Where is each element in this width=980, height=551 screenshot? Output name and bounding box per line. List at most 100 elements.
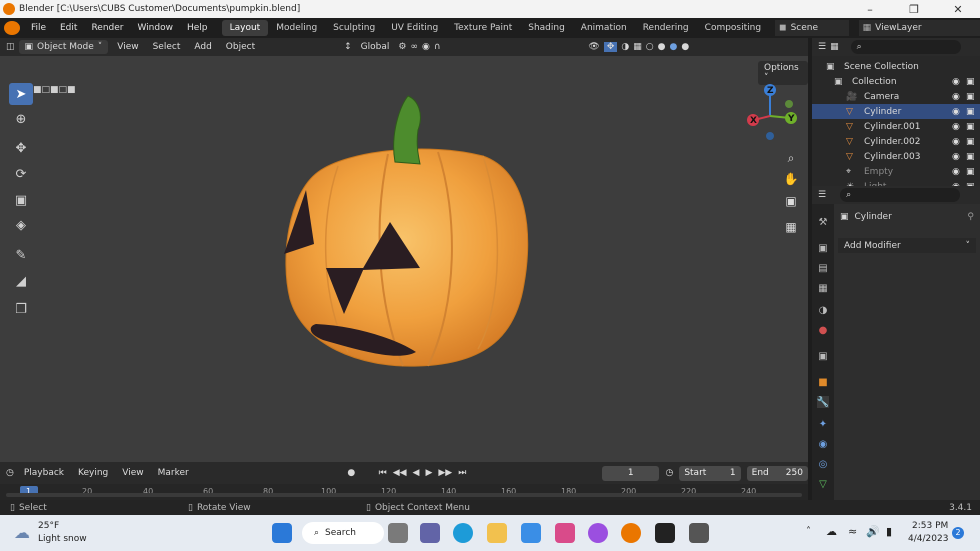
render-camera-icon[interactable]: ▣ xyxy=(966,77,980,87)
tab-compositing[interactable]: Compositing xyxy=(697,20,769,36)
data-tab-icon[interactable]: ▽ xyxy=(817,478,829,490)
timeline-menu-marker[interactable]: Marker xyxy=(154,467,193,479)
solid-shading-icon[interactable]: ● xyxy=(658,42,666,52)
scene-tab-icon[interactable]: ◑ xyxy=(817,304,829,316)
select-box-tool-icon[interactable]: ➤ xyxy=(9,83,33,105)
tab-modeling[interactable]: Modeling xyxy=(268,20,325,36)
zoom-icon[interactable]: ⌕ xyxy=(780,147,802,169)
blender-menu-icon[interactable] xyxy=(4,21,20,35)
overlay-icon[interactable]: ◑ xyxy=(621,42,629,52)
tab-rendering[interactable]: Rendering xyxy=(635,20,697,36)
jump-end-icon[interactable]: ⏭ xyxy=(458,468,466,478)
play-reverse-icon[interactable]: ◀ xyxy=(413,468,420,478)
camera-view-icon[interactable]: ▣ xyxy=(780,190,802,212)
notification-badge[interactable]: 2 xyxy=(952,527,964,539)
weather-desc[interactable]: Light snow xyxy=(38,534,87,544)
file-explorer-icon[interactable] xyxy=(487,523,507,543)
prev-keyframe-icon[interactable]: ◀◀ xyxy=(393,468,407,478)
end-frame-field[interactable]: End 250 xyxy=(746,465,808,481)
render-camera-icon[interactable]: ▣ xyxy=(966,152,980,162)
transform-orientation-dropdown[interactable]: Global xyxy=(356,40,395,54)
constraints-tab-icon[interactable]: ◎ xyxy=(817,458,829,470)
world-tab-icon[interactable]: ● xyxy=(817,324,829,336)
start-frame-field[interactable]: Start 1 xyxy=(679,465,741,481)
measure-tool-icon[interactable]: ◢ xyxy=(9,270,33,292)
pan-hand-icon[interactable]: ✋ xyxy=(780,168,802,190)
teams-icon[interactable] xyxy=(420,523,440,543)
menu-edit[interactable]: Edit xyxy=(53,23,84,33)
eye-visibility-icon[interactable]: ◉ xyxy=(952,122,966,132)
render-camera-icon[interactable]: ▣ xyxy=(966,107,980,117)
tab-sculpting[interactable]: Sculpting xyxy=(325,20,383,36)
object-tab-icon[interactable]: ■ xyxy=(817,376,829,388)
move-tool-icon[interactable]: ✥ xyxy=(9,137,33,159)
current-frame-field[interactable]: 1 xyxy=(601,465,660,481)
timeline-ruler[interactable]: 1 20 40 60 80 100 120 140 160 180 200 22… xyxy=(0,484,808,500)
maximize-button[interactable]: ❐ xyxy=(892,3,936,16)
snipping-tool-icon[interactable] xyxy=(689,523,709,543)
edge-icon[interactable] xyxy=(453,523,473,543)
render-tab-icon[interactable]: ▣ xyxy=(817,242,829,254)
weather-temp[interactable]: 25°F xyxy=(38,521,59,531)
viewport-menu-select[interactable]: Select xyxy=(148,40,186,54)
outliner-item[interactable]: ▽ Cylinder.002 ◉ ▣ xyxy=(812,134,980,149)
tab-uv-editing[interactable]: UV Editing xyxy=(383,20,446,36)
tool-tab-icon[interactable]: ⚒ xyxy=(817,216,829,228)
creative-cloud-icon[interactable] xyxy=(555,523,575,543)
perspective-grid-icon[interactable]: ▦ xyxy=(780,216,802,238)
viewport-menu-add[interactable]: Add xyxy=(189,40,216,54)
eye-visibility-icon[interactable]: ◉ xyxy=(952,137,966,147)
volume-icon[interactable]: 🔊 xyxy=(866,525,880,538)
clock-date[interactable]: 4/4/2023 xyxy=(908,534,948,544)
modifier-tab-icon[interactable]: 🔧 xyxy=(817,396,829,408)
stopwatch-icon[interactable]: ◷ xyxy=(665,468,673,478)
eye-visibility-icon[interactable]: ◉ xyxy=(952,167,966,177)
tab-layout[interactable]: Layout xyxy=(221,20,269,36)
menu-file[interactable]: File xyxy=(24,23,53,33)
particles-tab-icon[interactable]: ✦ xyxy=(817,418,829,430)
tab-shading[interactable]: Shading xyxy=(520,20,573,36)
menu-window[interactable]: Window xyxy=(130,23,180,33)
outliner-search-input[interactable]: ⌕ xyxy=(850,40,961,54)
jump-start-icon[interactable]: ⏮ xyxy=(379,468,387,478)
rendered-shading-icon[interactable]: ● xyxy=(681,42,689,52)
next-keyframe-icon[interactable]: ▶▶ xyxy=(438,468,452,478)
xray-icon[interactable]: ▦ xyxy=(633,42,642,52)
store-icon[interactable] xyxy=(521,523,541,543)
pivot-icon[interactable]: ⚙ xyxy=(398,42,406,52)
wifi-icon[interactable]: ≈ xyxy=(848,525,857,538)
eye-visibility-icon[interactable]: ◉ xyxy=(952,152,966,162)
material-shading-icon[interactable]: ● xyxy=(669,42,677,52)
properties-object-name[interactable]: Cylinder xyxy=(855,212,892,222)
eye-visibility-icon[interactable]: ◉ xyxy=(952,92,966,102)
cursor-tool-icon[interactable]: ⊕ xyxy=(9,108,33,130)
snap-icon[interactable]: ∞ xyxy=(410,42,418,52)
selection-mode-icons[interactable]: ■□■□■ xyxy=(33,84,103,96)
task-view-icon[interactable] xyxy=(388,523,408,543)
viewport-menu-view[interactable]: View xyxy=(112,40,143,54)
outliner-item[interactable]: 🎥 Camera ◉ ▣ xyxy=(812,89,980,104)
taskbar-search-box[interactable]: ⌕ Search xyxy=(302,522,384,544)
view-layer-selector[interactable]: ▦ ViewLayer xyxy=(858,20,980,36)
editor-type-icon[interactable]: ◫ xyxy=(6,42,15,52)
annotate-tool-icon[interactable]: ✎ xyxy=(9,244,33,266)
render-camera-icon[interactable]: ▣ xyxy=(966,92,980,102)
scene-selector[interactable]: ◼ Scene xyxy=(775,20,849,36)
tab-animation[interactable]: Animation xyxy=(573,20,635,36)
outliner-item[interactable]: ▽ Cylinder ◉ ▣ xyxy=(812,104,980,119)
physics-tab-icon[interactable]: ◉ xyxy=(817,438,829,450)
outliner-item[interactable]: ▽ Cylinder.001 ◉ ▣ xyxy=(812,119,980,134)
clock-time[interactable]: 2:53 PM xyxy=(912,521,948,531)
navigation-gizmo[interactable]: Z Y X xyxy=(740,80,804,144)
rotate-tool-icon[interactable]: ⟳ xyxy=(9,163,33,185)
gizmo-neg-y[interactable] xyxy=(785,100,793,108)
record-icon[interactable]: ● xyxy=(347,468,355,478)
battery-icon[interactable]: ▮ xyxy=(886,525,892,538)
collection-tab-icon[interactable]: ▣ xyxy=(817,350,829,362)
eye-visibility-icon[interactable]: ◉ xyxy=(952,77,966,87)
proportional-edit-icon[interactable]: ◉ xyxy=(422,42,430,52)
add-modifier-dropdown[interactable]: Add Modifier ˅ xyxy=(838,238,976,253)
3d-viewport[interactable]: ■□■□■ ➤ ⊕ ✥ ⟳ ▣ ◈ ✎ ◢ ❐ Options ˅ Z Y X … xyxy=(0,56,808,462)
object-mode-dropdown[interactable]: ▣ Object Mode ˅ xyxy=(18,40,109,54)
close-button[interactable]: ✕ xyxy=(936,3,980,16)
